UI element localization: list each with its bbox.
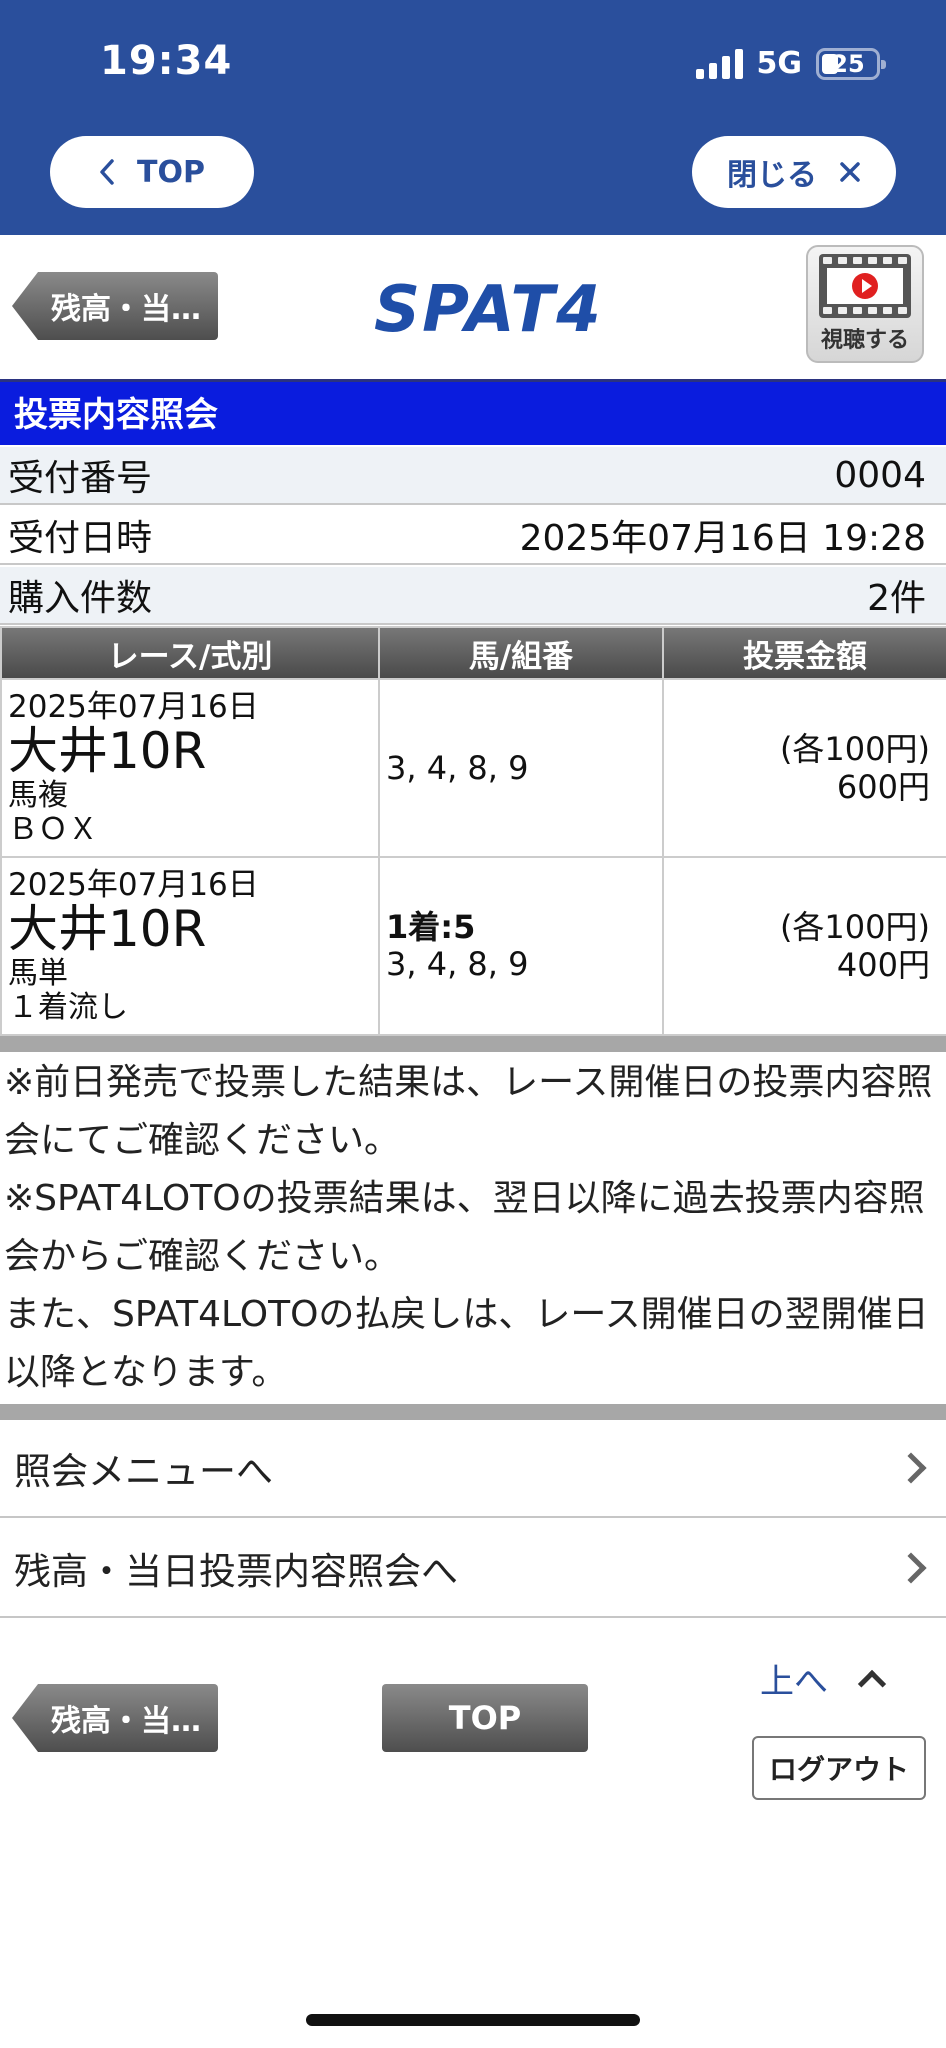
divider-bar (0, 1404, 946, 1420)
total-amount: 400円 (836, 946, 930, 984)
balance-back-button[interactable]: 残高・当… (12, 272, 218, 340)
info-row-purchase-count: 購入件数 2件 (0, 567, 946, 625)
amount-cell: (各100円) 400円 (662, 856, 946, 1036)
race-venue: 大井10R (8, 900, 207, 959)
signal-icon (695, 48, 743, 79)
logout-label: ログアウト (768, 1753, 909, 1786)
column-header-race: レース/式別 (0, 626, 380, 680)
film-play-icon (819, 254, 911, 318)
footer-top-label: TOP (448, 1699, 522, 1737)
menu-link-label: 残高・当日投票内容照会へ (14, 1550, 458, 1593)
chevron-up-icon (857, 1669, 887, 1698)
bet-method: ＢＯＸ (8, 811, 98, 847)
info-value: 2件 (867, 578, 926, 619)
info-label: 受付番号 (8, 458, 153, 499)
info-row-receipt-number: 受付番号 0004 (0, 447, 946, 505)
notice-line: また、SPAT4LOTOの払戻しは、レース開催日の翌開催日以降となります。 (4, 1294, 929, 1393)
info-label: 受付日時 (8, 518, 153, 559)
page-title: 投票内容照会 (0, 379, 946, 445)
footer-top-button[interactable]: TOP (382, 1684, 588, 1752)
notice-text: ※前日発売で投票した結果は、レース開催日の投票内容照会にてご確認ください。 ※S… (0, 1054, 946, 1402)
chevron-right-icon (895, 1552, 927, 1584)
info-value: 0004 (834, 454, 926, 496)
race-date: 2025年07月16日 (8, 866, 259, 903)
inquiry-menu-link[interactable]: 照会メニューへ (0, 1420, 946, 1518)
network-label: 5G (756, 46, 803, 81)
total-amount: 600円 (836, 768, 930, 806)
column-header-amount: 投票金額 (662, 626, 946, 680)
info-row-receipt-datetime: 受付日時 2025年07月16日 19:28 (0, 507, 946, 565)
info-value: 2025年07月16日 19:28 (519, 518, 926, 559)
info-label: 購入件数 (8, 578, 153, 619)
spat4-logo[interactable]: SPAT4 (374, 273, 603, 347)
race-cell: 2025年07月16日 大井10R 馬単 １着流し (0, 856, 380, 1036)
notice-line: ※SPAT4LOTOの投票結果は、翌日以降に過去投票内容照会からご確認ください。 (4, 1178, 925, 1277)
bet-method: １着流し (8, 989, 128, 1025)
battery-icon: 25 (816, 47, 886, 80)
combo-cell: 3, 4, 8, 9 (378, 678, 664, 858)
scroll-up-label: 上へ (760, 1662, 828, 1702)
browser-close-button[interactable]: 閉じる (692, 136, 896, 208)
site-header: 残高・当… SPAT4 視聴する (0, 235, 946, 379)
amount-cell: (各100円) 600円 (662, 678, 946, 858)
unit-amount: (各100円) (779, 729, 930, 768)
table-row: 2025年07月16日 大井10R 馬単 １着流し 1着:5 3, 4, 8, … (0, 856, 946, 1036)
bet-type: 馬複 (8, 778, 68, 814)
bet-type: 馬単 (8, 956, 68, 992)
combo-numbers: 3, 4, 8, 9 (386, 945, 529, 983)
race-cell: 2025年07月16日 大井10R 馬複 ＢＯＸ (0, 678, 380, 858)
chevron-left-icon (100, 159, 114, 185)
combo-numbers: 3, 4, 8, 9 (386, 748, 529, 787)
anchor-horse: 1着:5 (386, 908, 476, 947)
watch-video-label: 視聴する (820, 328, 909, 353)
column-header-combo: 馬/組番 (378, 626, 664, 680)
table-row: 2025年07月16日 大井10R 馬複 ＢＯＸ 3, 4, 8, 9 (各10… (0, 678, 946, 858)
footer-balance-back-button[interactable]: 残高・当… (12, 1684, 218, 1752)
divider-bar (0, 1036, 946, 1052)
close-icon (840, 162, 860, 182)
scroll-up-link[interactable]: 上へ (760, 1654, 887, 1703)
battery-level: 25 (831, 49, 865, 78)
menu-link-label: 照会メニューへ (14, 1450, 273, 1493)
watch-video-button[interactable]: 視聴する (806, 245, 924, 363)
browser-top-label: TOP (137, 154, 205, 190)
table-header-row: レース/式別 馬/組番 投票金額 (0, 626, 946, 680)
footer-back-label: 残高・当… (51, 1704, 201, 1739)
combo-cell: 1着:5 3, 4, 8, 9 (378, 856, 664, 1036)
browser-chrome: 19:34 5G 25 TOP 閉じる (0, 0, 946, 235)
status-indicators: 5G 25 (695, 46, 886, 81)
balance-inquiry-link[interactable]: 残高・当日投票内容照会へ (0, 1520, 946, 1618)
notice-line: ※前日発売で投票した結果は、レース開催日の投票内容照会にてご確認ください。 (4, 1062, 933, 1161)
chevron-right-icon (895, 1452, 927, 1484)
logout-button[interactable]: ログアウト (752, 1736, 926, 1800)
browser-close-label: 閉じる (727, 158, 817, 193)
status-time: 19:34 (100, 38, 233, 84)
unit-amount: (各100円) (779, 907, 930, 946)
race-venue: 大井10R (8, 722, 207, 781)
home-indicator[interactable] (306, 2014, 640, 2026)
bet-table: レース/式別 馬/組番 投票金額 2025年07月16日 大井10R 馬複 ＢＯ… (0, 626, 946, 1036)
browser-top-button[interactable]: TOP (50, 136, 254, 208)
balance-back-label: 残高・当… (51, 292, 201, 327)
race-date: 2025年07月16日 (8, 688, 259, 725)
